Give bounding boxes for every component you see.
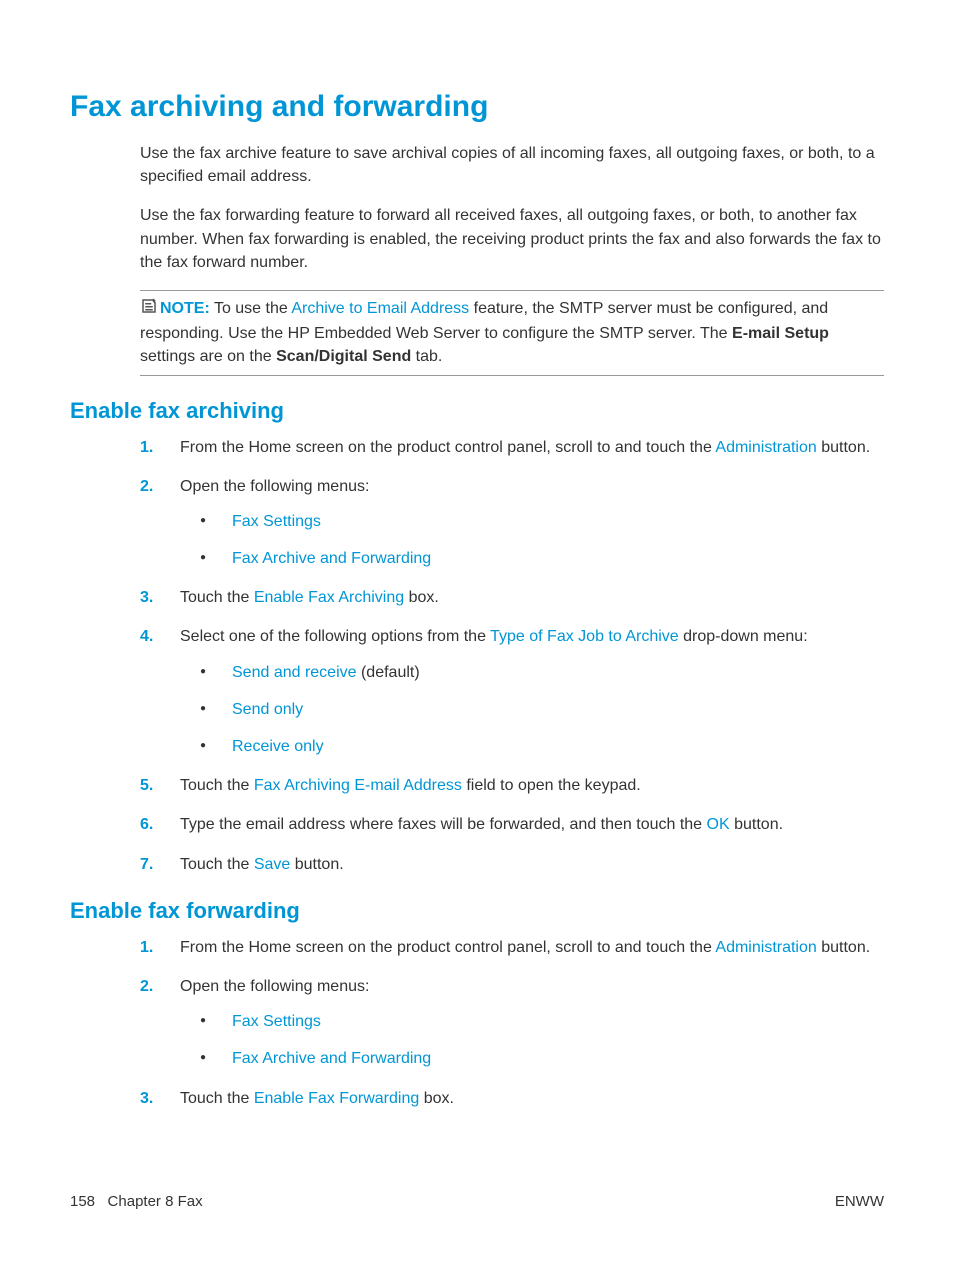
step-text: Type the email address where faxes will … <box>180 816 707 833</box>
document-page: Fax archiving and forwarding Use the fax… <box>0 0 954 1270</box>
note-label: NOTE: <box>160 300 210 317</box>
step-text: button. <box>730 816 783 833</box>
ui-ref: Fax Archive and Forwarding <box>232 1050 431 1067</box>
sub-bullets: Send and receive (default) Send only Rec… <box>192 661 884 759</box>
bullet-item: Receive only <box>192 735 884 758</box>
ui-ref: Fax Archiving E-mail Address <box>254 777 462 794</box>
footer-right: ENWW <box>835 1193 884 1210</box>
ui-ref: Fax Settings <box>232 1013 321 1030</box>
step: From the Home screen on the product cont… <box>140 936 884 959</box>
step-text: box. <box>404 589 439 606</box>
step-text: button. <box>817 439 870 456</box>
ui-ref: Fax Settings <box>232 513 321 530</box>
step: Touch the Enable Fax Archiving box. <box>140 586 884 609</box>
step: Open the following menus: Fax Settings F… <box>140 475 884 571</box>
note-block: NOTE: To use the Archive to Email Addres… <box>140 290 884 376</box>
note-bold-1: E-mail Setup <box>732 325 829 342</box>
step: Touch the Enable Fax Forwarding box. <box>140 1087 884 1110</box>
section-heading-archiving: Enable fax archiving <box>70 398 884 424</box>
forwarding-steps: From the Home screen on the product cont… <box>140 936 884 1110</box>
ui-ref: Administration <box>715 939 816 956</box>
chapter-label: Chapter 8 Fax <box>108 1193 203 1210</box>
step-text: Open the following menus: <box>180 978 369 995</box>
step-text: box. <box>419 1090 454 1107</box>
step: From the Home screen on the product cont… <box>140 436 884 459</box>
note-icon <box>140 297 158 322</box>
step-text: field to open the keypad. <box>462 777 641 794</box>
ui-ref: Enable Fax Archiving <box>254 589 404 606</box>
step-text: From the Home screen on the product cont… <box>180 439 715 456</box>
step: Type the email address where faxes will … <box>140 813 884 836</box>
step: Touch the Fax Archiving E-mail Address f… <box>140 774 884 797</box>
step-text: drop-down menu: <box>679 628 808 645</box>
ui-ref: Administration <box>715 439 816 456</box>
footer-left: 158 Chapter 8 Fax <box>70 1193 203 1210</box>
note-text-post: tab. <box>411 348 442 365</box>
note-bold-2: Scan/Digital Send <box>276 348 411 365</box>
step-text: Touch the <box>180 1090 254 1107</box>
step-text: Touch the <box>180 777 254 794</box>
ui-ref: Receive only <box>232 738 324 755</box>
bullet-item: Fax Settings <box>192 1010 884 1033</box>
step-text: button. <box>817 939 870 956</box>
step: Touch the Save button. <box>140 853 884 876</box>
step-text: Open the following menus: <box>180 478 369 495</box>
step-text: Touch the <box>180 589 254 606</box>
ui-ref: Enable Fax Forwarding <box>254 1090 419 1107</box>
page-number: 158 <box>70 1193 95 1210</box>
step-text: From the Home screen on the product cont… <box>180 939 715 956</box>
bullet-text: (default) <box>357 664 420 681</box>
intro-paragraph-1: Use the fax archive feature to save arch… <box>140 142 884 188</box>
ui-ref: OK <box>707 816 730 833</box>
step: Open the following menus: Fax Settings F… <box>140 975 884 1071</box>
section-heading-forwarding: Enable fax forwarding <box>70 898 884 924</box>
sub-bullets: Fax Settings Fax Archive and Forwarding <box>192 510 884 570</box>
bullet-item: Fax Settings <box>192 510 884 533</box>
bullet-item: Fax Archive and Forwarding <box>192 547 884 570</box>
step-text: Touch the <box>180 856 254 873</box>
ui-ref: Type of Fax Job to Archive <box>490 628 679 645</box>
note-text-mid2: settings are on the <box>140 348 276 365</box>
bullet-item: Send and receive (default) <box>192 661 884 684</box>
ui-ref: Send and receive <box>232 664 357 681</box>
ui-ref: Send only <box>232 701 303 718</box>
bullet-item: Fax Archive and Forwarding <box>192 1047 884 1070</box>
page-heading: Fax archiving and forwarding <box>70 90 884 124</box>
archiving-steps: From the Home screen on the product cont… <box>140 436 884 876</box>
step-text: button. <box>290 856 343 873</box>
sub-bullets: Fax Settings Fax Archive and Forwarding <box>192 1010 884 1070</box>
ui-ref: Fax Archive and Forwarding <box>232 550 431 567</box>
bullet-item: Send only <box>192 698 884 721</box>
note-text-pre: To use the <box>214 300 291 317</box>
ui-ref: Save <box>254 856 290 873</box>
note-link: Archive to Email Address <box>291 300 469 317</box>
intro-paragraph-2: Use the fax forwarding feature to forwar… <box>140 204 884 274</box>
step-text: Select one of the following options from… <box>180 628 490 645</box>
page-footer: 158 Chapter 8 Fax ENWW <box>70 1193 884 1210</box>
step: Select one of the following options from… <box>140 625 884 758</box>
